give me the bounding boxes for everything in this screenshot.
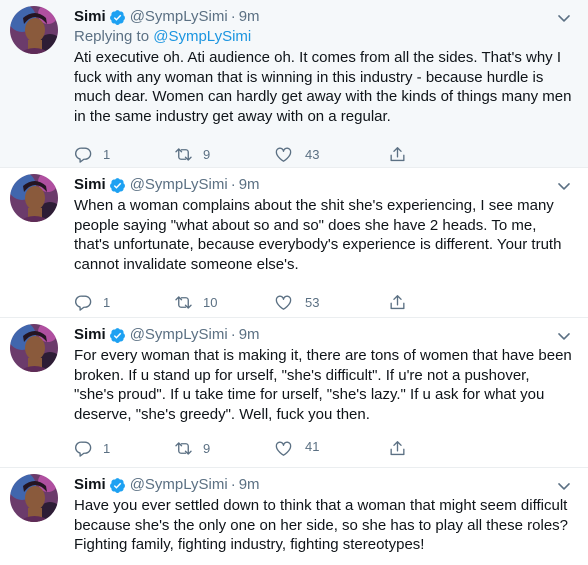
separator-dot: · — [230, 476, 236, 493]
retweet-icon — [174, 145, 193, 164]
share-icon — [388, 439, 407, 458]
avatar[interactable] — [10, 324, 58, 372]
like-button[interactable]: 43 — [274, 145, 374, 164]
timestamp[interactable]: 9m — [239, 175, 260, 195]
user-handle[interactable]: @SympLySimi — [130, 475, 228, 495]
replying-to-label: Replying to — [74, 28, 154, 45]
share-button[interactable] — [388, 145, 412, 164]
more-horizontal-icon — [554, 326, 574, 346]
heart-icon — [274, 293, 293, 312]
reply-icon — [74, 439, 93, 458]
tweet-actions: 1 9 41 42 — [74, 428, 499, 468]
separator-dot: · — [230, 326, 236, 343]
verified-badge-icon — [109, 327, 126, 344]
tweet-header: Simi @SympLySimi · 9m — [74, 7, 572, 27]
retweet-icon — [174, 293, 193, 312]
tweet-text: For every woman that is making it, there… — [74, 347, 576, 423]
retweet-button[interactable]: 9 — [174, 439, 274, 458]
reply-button[interactable]: 1 — [74, 293, 174, 312]
retweet-count: 10 — [203, 294, 218, 310]
like-count-animating: 41 42 — [305, 440, 319, 456]
verified-badge-icon — [109, 9, 126, 26]
user-handle[interactable]: @SympLySimi — [130, 175, 228, 195]
retweet-count: 9 — [203, 440, 211, 456]
reply-count: 1 — [103, 146, 111, 162]
retweet-button[interactable]: 9 — [174, 145, 274, 164]
tweet[interactable]: Simi @SympLySimi · 9m Replying to @SympL… — [0, 0, 588, 168]
tweet[interactable]: Simi @SympLySimi · 9m Have you ever sett… — [0, 468, 588, 565]
display-name[interactable]: Simi — [74, 475, 106, 495]
heart-icon — [274, 439, 293, 458]
share-icon — [388, 293, 407, 312]
user-handle[interactable]: @SympLySimi — [130, 7, 228, 27]
avatar[interactable] — [10, 174, 58, 222]
more-options-button[interactable] — [552, 474, 576, 498]
like-count: 41 — [305, 440, 320, 454]
timestamp[interactable]: 9m — [239, 325, 260, 345]
verified-badge-icon — [109, 477, 126, 494]
separator-dot: · — [230, 176, 236, 193]
share-button[interactable] — [388, 293, 412, 312]
more-options-button[interactable] — [552, 174, 576, 198]
retweet-button[interactable]: 10 — [174, 293, 274, 312]
reply-count: 1 — [103, 294, 111, 310]
display-name[interactable]: Simi — [74, 7, 106, 27]
tweet-text: When a woman complains about the shit sh… — [74, 197, 566, 273]
like-button[interactable]: 53 — [274, 293, 374, 312]
share-button[interactable] — [388, 439, 412, 458]
tweet-header: Simi @SympLySimi · 9m — [74, 325, 572, 345]
more-horizontal-icon — [554, 176, 574, 196]
reply-button[interactable]: 1 — [74, 439, 174, 458]
tweet-text: Have you ever settled down to think that… — [74, 497, 573, 553]
display-name[interactable]: Simi — [74, 175, 106, 195]
user-handle[interactable]: @SympLySimi — [130, 325, 228, 345]
reply-icon — [74, 293, 93, 312]
reply-button[interactable]: 1 — [74, 145, 174, 164]
avatar[interactable] — [10, 474, 58, 522]
tweet-text: Ati executive oh. Ati audience oh. It co… — [74, 49, 576, 125]
verified-badge-icon — [109, 177, 126, 194]
avatar[interactable] — [10, 6, 58, 54]
timestamp[interactable]: 9m — [239, 7, 260, 27]
more-options-button[interactable] — [552, 324, 576, 348]
share-icon — [388, 145, 407, 164]
replying-to-handle[interactable]: @SympLySimi — [153, 28, 251, 45]
tweet-thread: Simi @SympLySimi · 9m Replying to @SympL… — [0, 0, 588, 565]
tweet-actions: 1 10 53 — [74, 282, 499, 322]
tweet[interactable]: Simi @SympLySimi · 9m When a woman compl… — [0, 168, 588, 318]
heart-icon — [274, 145, 293, 164]
more-options-button[interactable] — [552, 6, 576, 30]
separator-dot: · — [230, 8, 236, 25]
timestamp[interactable]: 9m — [239, 475, 260, 495]
tweet-header: Simi @SympLySimi · 9m — [74, 475, 572, 495]
retweet-count: 9 — [203, 146, 211, 162]
tweet[interactable]: Simi @SympLySimi · 9m For every woman th… — [0, 318, 588, 468]
like-count-next: 42 — [305, 454, 319, 457]
tweet-header: Simi @SympLySimi · 9m — [74, 175, 572, 195]
more-horizontal-icon — [554, 8, 574, 28]
retweet-icon — [174, 439, 193, 458]
like-count: 43 — [305, 146, 320, 162]
display-name[interactable]: Simi — [74, 325, 106, 345]
replying-to: Replying to @SympLySimi — [74, 27, 572, 47]
like-count: 53 — [305, 294, 320, 310]
reply-icon — [74, 145, 93, 164]
like-button[interactable]: 41 42 — [274, 439, 374, 458]
reply-count: 1 — [103, 440, 111, 456]
more-horizontal-icon — [554, 476, 574, 496]
